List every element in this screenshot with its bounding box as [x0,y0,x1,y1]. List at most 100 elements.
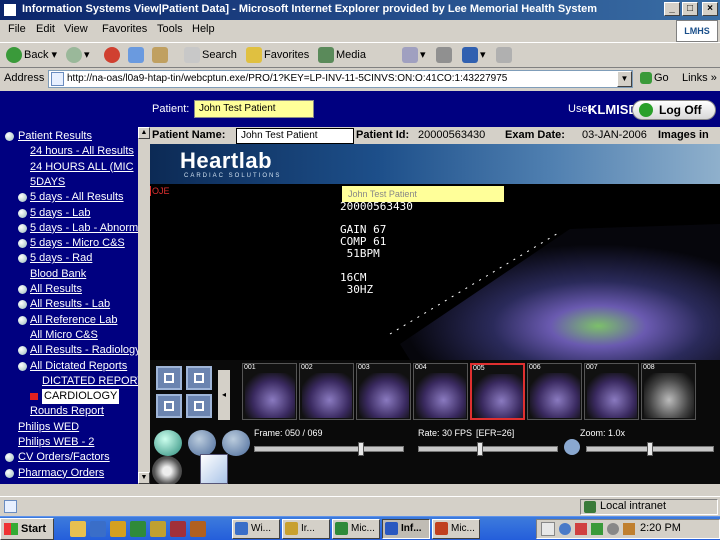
thumbnail-label: 001 [244,364,256,371]
layout-2x2-button[interactable] [186,394,212,418]
rate-slider-thumb[interactable] [476,442,483,456]
sidebar-item[interactable]: Rounds Report [0,404,150,419]
sidebar-item[interactable]: All Reference Lab [0,313,150,328]
forward-button[interactable]: ▾ [66,47,90,63]
zoom-slider-thumb[interactable] [647,442,653,456]
sidebar-item[interactable]: All Micro C&S [0,328,150,343]
scroll-down-arrow[interactable]: ▼ [138,472,150,484]
thumbnail[interactable]: 001 [242,363,297,420]
sidebar-item[interactable]: All Results - Radiology [0,343,150,358]
sidebar-item[interactable]: All Results [0,282,150,297]
stop-button[interactable] [104,47,122,63]
quicklaunch-word-icon[interactable] [90,521,106,537]
taskbar-button[interactable]: Mic... [332,519,380,539]
layout-2x1-button[interactable] [156,394,182,418]
taskbar-button[interactable]: Inf... [382,519,430,539]
sidebar-item[interactable]: Philips WED [0,420,150,435]
favorites-button[interactable]: Favorites [246,47,309,63]
quicklaunch-ie-icon[interactable] [110,521,126,537]
tray-printer-icon[interactable] [623,523,635,535]
sidebar-item[interactable]: Philips WEB - 2 [0,435,150,450]
thumb-scroll-left[interactable]: ◂ [218,370,230,420]
thumbnail[interactable]: 006 [527,363,582,420]
history-button[interactable]: ▾ [402,47,426,63]
step-forward-button[interactable] [222,430,250,456]
zoom-icon[interactable] [564,439,580,455]
sidebar-item[interactable]: 5 days - Micro C&S [0,236,150,251]
sidebar-item[interactable]: All Results - Lab [0,297,150,312]
scroll-up-arrow[interactable]: ▲ [138,127,150,139]
sidebar-item[interactable]: DICTATED REPORT [0,374,150,389]
sidebar-item-label: All Dictated Reports [30,359,128,372]
quicklaunch-powerpoint-icon[interactable] [190,521,206,537]
close-button[interactable]: × [702,2,718,16]
sidebar-scrollbar[interactable]: ▲ ▼ [138,127,150,484]
go-button[interactable]: Go [640,72,669,85]
media-button[interactable]: Media [318,47,366,63]
sidebar-item[interactable]: CARDIOLOGY [0,389,150,405]
tray-antivirus-icon[interactable] [575,523,587,535]
tray-ve-icon[interactable] [541,522,555,536]
back-button[interactable]: Back ▾ [6,47,57,63]
taskbar-button[interactable]: Mic... [432,519,480,539]
quicklaunch-excel-icon[interactable] [130,521,146,537]
play-button[interactable] [154,430,182,456]
sidebar-item[interactable]: 5 days - Rad [0,251,150,266]
logoff-button[interactable]: Log Off [632,100,716,120]
edit-button[interactable]: ▾ [462,47,486,63]
sidebar-item[interactable]: CV Orders/Factors [0,450,150,465]
print-button[interactable] [436,47,454,63]
sidebar-item[interactable]: 5 days - Lab [0,206,150,221]
menu-view[interactable]: View [64,23,88,35]
tray-network-icon[interactable] [559,523,571,535]
layout-1x2-button[interactable] [186,366,212,390]
address-dropdown[interactable]: ▼ [617,71,632,87]
menu-help[interactable]: Help [192,23,215,35]
rate-slider[interactable] [418,446,558,452]
quicklaunch-access-icon[interactable] [170,521,186,537]
discuss-button[interactable] [496,47,514,63]
thumbnail[interactable]: 005 [470,363,525,420]
step-back-button[interactable] [188,430,216,456]
thumbnail[interactable]: 008 [641,363,696,420]
menu-edit[interactable]: Edit [36,23,55,35]
sidebar-item[interactable]: All Dictated Reports [0,359,150,374]
sidebar-item[interactable]: Pharmacy Orders [0,466,150,481]
menu-favorites[interactable]: Favorites [102,23,147,35]
tray-volume-icon[interactable] [607,523,619,535]
sidebar-item[interactable]: 24 hours - All Results [0,144,150,159]
home-button[interactable] [152,47,170,63]
notes-icon[interactable] [200,454,228,484]
start-button[interactable]: Start [0,518,54,540]
sidebar-item[interactable]: 24 HOURS ALL (MIC [0,160,150,175]
thumbnail-label: 007 [586,364,598,371]
task-app-icon [385,522,398,535]
sidebar-item[interactable]: 5 days - All Results [0,190,150,205]
thumbnail[interactable]: 007 [584,363,639,420]
compass-icon[interactable] [152,456,182,484]
sidebar-item[interactable]: Patient Results [0,129,150,144]
menu-tools[interactable]: Tools [157,23,183,35]
quicklaunch-app-icon[interactable] [150,521,166,537]
sidebar-item[interactable]: 5DAYS [0,175,150,190]
layout-1x1-button[interactable] [156,366,182,390]
taskbar-button[interactable]: Ir... [282,519,330,539]
refresh-button[interactable] [128,47,146,63]
echo-image[interactable]: OJE John Test Patient 20000563430 GAIN 6… [150,184,720,360]
thumbnail[interactable]: 002 [299,363,354,420]
thumbnail[interactable]: 004 [413,363,468,420]
quicklaunch-folder-icon[interactable] [70,521,86,537]
search-button[interactable]: Search [184,47,237,63]
minimize-button[interactable]: _ [664,2,680,16]
maximize-button[interactable]: □ [682,2,698,16]
taskbar-button[interactable]: Wi... [232,519,280,539]
sidebar-item[interactable]: 5 days - Lab - Abnormal [0,221,150,236]
sidebar-item[interactable]: Blood Bank [0,267,150,282]
links-button[interactable]: Links » [682,72,717,84]
tray-app-icon[interactable] [591,523,603,535]
thumbnail[interactable]: 003 [356,363,411,420]
menu-file[interactable]: File [8,23,26,35]
frame-slider[interactable] [254,446,404,452]
frame-slider-thumb[interactable] [357,442,364,456]
address-input[interactable]: http://na-oas/l0a9-htap-tin/webcptun.exe… [48,70,633,88]
